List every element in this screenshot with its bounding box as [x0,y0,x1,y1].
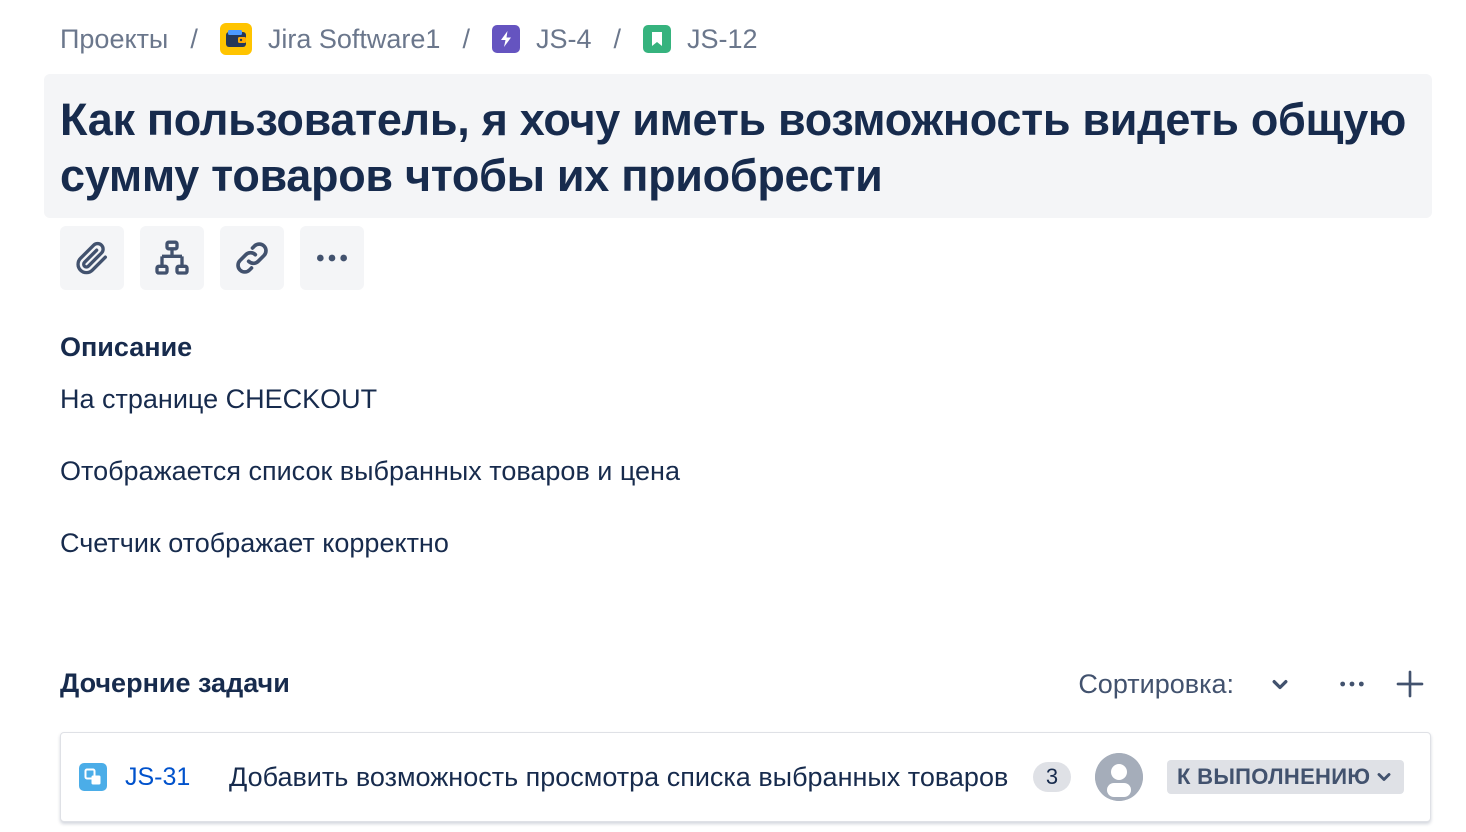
breadcrumb-separator: / [190,23,198,54]
sort-label: Сортировка: [1078,668,1234,699]
breadcrumb-project[interactable]: Jira Software1 [219,23,441,55]
paperclip-icon [76,241,108,275]
chevron-down-icon [1377,773,1391,781]
status-dropdown[interactable]: К ВЫПОЛНЕНИЮ [1167,760,1405,794]
breadcrumb-issue-label: JS-12 [687,23,758,54]
epic-icon [491,25,520,53]
issue-title-field[interactable]: Как пользователь, я хочу иметь возможнос… [44,74,1432,218]
issue-toolbar [60,226,364,290]
child-issues-more-button[interactable] [1330,662,1374,706]
child-issues-controls: Сортировка: [1078,662,1432,706]
count-badge: 3 [1033,762,1071,792]
breadcrumb-projects[interactable]: Проекты [60,24,168,55]
project-avatar-icon [219,23,252,55]
child-issues-icon [155,240,189,275]
breadcrumb-epic[interactable]: JS-4 [491,23,592,55]
attach-button[interactable] [60,226,124,290]
breadcrumb-epic-label: JS-4 [535,23,592,54]
breadcrumb-project-label: Jira Software1 [267,23,441,54]
breadcrumb-issue[interactable]: JS-12 [643,24,758,55]
child-issues-heading: Дочерние задачи [60,668,290,698]
assignee-avatar[interactable] [1095,753,1143,801]
chevron-down-icon [1272,680,1288,690]
story-icon [643,25,671,53]
child-issue-summary[interactable]: Добавить возможность просмотра списка вы… [229,762,1009,793]
plus-icon [1396,670,1424,698]
link-issue-button[interactable] [220,226,284,290]
subtask-icon [79,763,107,791]
child-issue-key[interactable]: JS-31 [125,763,211,792]
more-icon [1340,681,1364,687]
sort-dropdown-button[interactable] [1258,662,1302,706]
add-child-issue-button[interactable] [1388,662,1432,706]
link-icon [236,242,268,274]
child-issue-row[interactable]: JS-31 Добавить возможность просмотра спи… [60,732,1431,822]
issue-title: Как пользователь, я хочу иметь возможнос… [60,94,1407,201]
more-actions-button[interactable] [300,226,364,290]
description-line: Отображается список выбранных товаров и … [60,456,680,486]
user-icon [1095,753,1143,801]
add-child-issue-button[interactable] [140,226,204,290]
breadcrumb-separator: / [613,23,621,54]
more-icon [317,254,347,262]
breadcrumb: Проекты / Jira Software1 / JS-4 / JS-12 [60,18,758,60]
status-label: К ВЫПОЛНЕНИЮ [1177,764,1371,789]
description-line: Счетчик отображает корректно [60,528,449,558]
description-line: На странице CHECKOUT [60,384,378,414]
description-heading: Описание [60,332,193,362]
breadcrumb-separator: / [462,23,470,54]
